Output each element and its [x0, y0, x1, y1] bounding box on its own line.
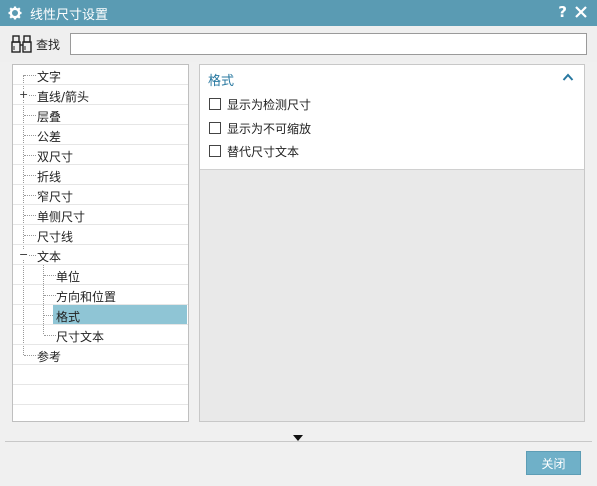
- checkbox-row-show-as-non-scalable[interactable]: 显示为不可缩放: [209, 119, 311, 137]
- tree-item-label: 方向和位置: [56, 290, 117, 304]
- tree-connector: [24, 135, 36, 136]
- tree-empty-row: [13, 385, 188, 405]
- close-icon[interactable]: [573, 4, 589, 20]
- expand-icon[interactable]: +: [19, 89, 28, 100]
- tree-item-label: 参考: [37, 350, 62, 364]
- tree-connector: [24, 75, 36, 76]
- tree-connector: [44, 295, 56, 296]
- tree-item-dimension-text[interactable]: 尺寸文本: [13, 325, 188, 345]
- collapse-icon[interactable]: −: [19, 249, 28, 260]
- tree-connector: [44, 315, 53, 316]
- tree-item-label: 层叠: [37, 110, 62, 124]
- tree-connector: [24, 355, 36, 356]
- checkbox[interactable]: [209, 122, 221, 134]
- tree-item-units[interactable]: 单位: [13, 265, 188, 285]
- find-label: 查找: [36, 38, 61, 52]
- gear-icon: [6, 4, 24, 22]
- tree-item-single-sided-dimension[interactable]: 单侧尺寸: [13, 205, 188, 225]
- checkbox[interactable]: [209, 98, 221, 110]
- checkbox-row-override-dimension-text[interactable]: 替代尺寸文本: [209, 142, 299, 160]
- find-input[interactable]: [70, 33, 587, 55]
- tree-item-dual-dimension[interactable]: 双尺寸: [13, 145, 188, 165]
- tree-item-label: 公差: [37, 130, 62, 144]
- tree-item-narrow-dimension[interactable]: 窄尺寸: [13, 185, 188, 205]
- chevron-up-icon[interactable]: [562, 71, 574, 81]
- checkbox-label: 显示为检测尺寸: [227, 97, 312, 112]
- close-button[interactable]: 关闭: [526, 451, 581, 475]
- tree-item-reference[interactable]: 参考: [13, 345, 188, 365]
- tree-connector: [24, 155, 36, 156]
- tree-item-text[interactable]: 文字: [13, 65, 188, 85]
- binoculars-icon[interactable]: [11, 34, 33, 54]
- tree-item-jog[interactable]: 折线: [13, 165, 188, 185]
- help-button[interactable]: ?: [558, 3, 567, 21]
- tree-item-stack[interactable]: 层叠: [13, 105, 188, 125]
- tree-item-label: 窄尺寸: [37, 190, 74, 204]
- checkbox-row-show-as-inspection[interactable]: 显示为检测尺寸: [209, 95, 311, 113]
- tree-connector: [24, 235, 36, 236]
- group-title: 格式: [208, 74, 235, 89]
- checkbox-label: 显示为不可缩放: [227, 121, 312, 136]
- tree-connector: [24, 195, 36, 196]
- tree-item-line-arrow[interactable]: + 直线/箭头: [13, 85, 188, 105]
- tree-item-text-group[interactable]: − 文本: [13, 245, 188, 265]
- tree-connector: [44, 335, 56, 336]
- tree-connector: [24, 215, 36, 216]
- tree-connector: [24, 115, 36, 116]
- window-title: 线性尺寸设置: [30, 7, 109, 23]
- tree-item-label: 单侧尺寸: [37, 210, 86, 224]
- tree-item-dimension-line[interactable]: 尺寸线: [13, 225, 188, 245]
- divider: [5, 441, 592, 442]
- tree-item-label: 单位: [56, 270, 81, 284]
- find-bar: 查找: [0, 26, 597, 62]
- tree-item-label: 文本: [37, 250, 62, 264]
- tree-item-label: 双尺寸: [37, 150, 74, 164]
- tree-item-label: 折线: [37, 170, 62, 184]
- tree-connector: [44, 275, 56, 276]
- tree-item-label: 直线/箭头: [37, 90, 90, 104]
- tree-item-orientation-position[interactable]: 方向和位置: [13, 285, 188, 305]
- tree-item-label: 尺寸文本: [56, 330, 105, 344]
- format-group: 格式 显示为检测尺寸 显示为不可缩放 替代尺寸文本: [200, 65, 584, 170]
- tree-item-label: 文字: [37, 70, 62, 84]
- checkbox[interactable]: [209, 145, 221, 157]
- tree-item-label: 格式: [56, 310, 81, 324]
- triangle-down-icon[interactable]: [293, 430, 303, 441]
- title-bar: 线性尺寸设置 ?: [0, 0, 597, 26]
- tree-empty-row: [13, 365, 188, 385]
- checkbox-label: 替代尺寸文本: [227, 144, 300, 159]
- tree-item-label: 尺寸线: [37, 230, 74, 244]
- tree-connector: [24, 175, 36, 176]
- tree-item-format[interactable]: 格式: [13, 305, 188, 325]
- settings-panel: 格式 显示为检测尺寸 显示为不可缩放 替代尺寸文本: [199, 64, 585, 422]
- settings-tree: 文字 + 直线/箭头 层叠 公差 双尺寸 折线 窄尺寸 单侧尺寸 尺寸线 − 文…: [12, 64, 189, 422]
- tree-item-tolerance[interactable]: 公差: [13, 125, 188, 145]
